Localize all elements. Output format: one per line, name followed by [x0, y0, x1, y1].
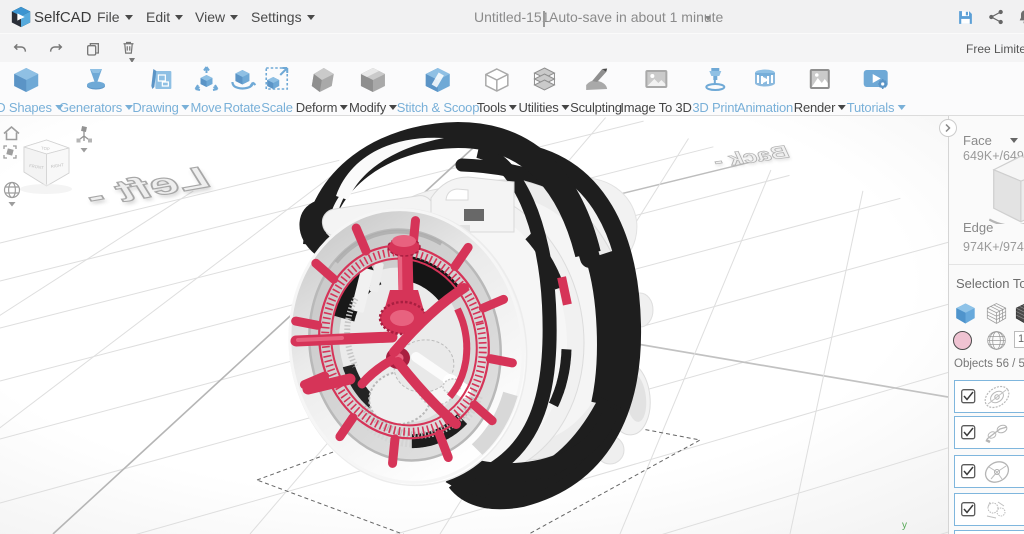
svg-text:y: y [902, 520, 907, 531]
svg-text:TOP: TOP [41, 146, 50, 152]
